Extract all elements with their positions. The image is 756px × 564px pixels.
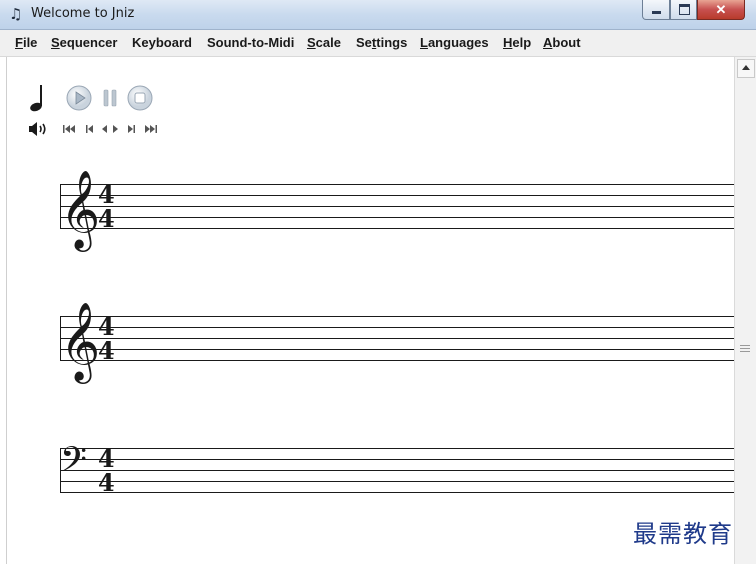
watermark: 最需教育 [633,520,733,548]
time-signature-bottom: 4 [98,336,115,365]
staff-treble-2[interactable]: 𝄞 4 4 [60,302,734,384]
score-staves: 𝄞 4 4 𝄞 4 4 𝄢 4 4 [60,170,734,497]
staff-bass[interactable]: 𝄢 4 4 [60,439,734,497]
time-signature-bottom: 4 [98,204,115,233]
treble-clef-icon: 𝄞 [60,170,100,252]
staff-treble-1[interactable]: 𝄞 4 4 [60,170,734,252]
vertical-scrollbar[interactable] [734,57,756,564]
treble-clef-icon: 𝄞 [60,302,100,384]
bass-clef-icon: 𝄢 [60,439,87,488]
scroll-thumb-grip[interactable] [740,345,750,354]
scroll-up-arrow-icon[interactable] [737,59,755,78]
time-signature-bottom: 4 [98,468,115,497]
